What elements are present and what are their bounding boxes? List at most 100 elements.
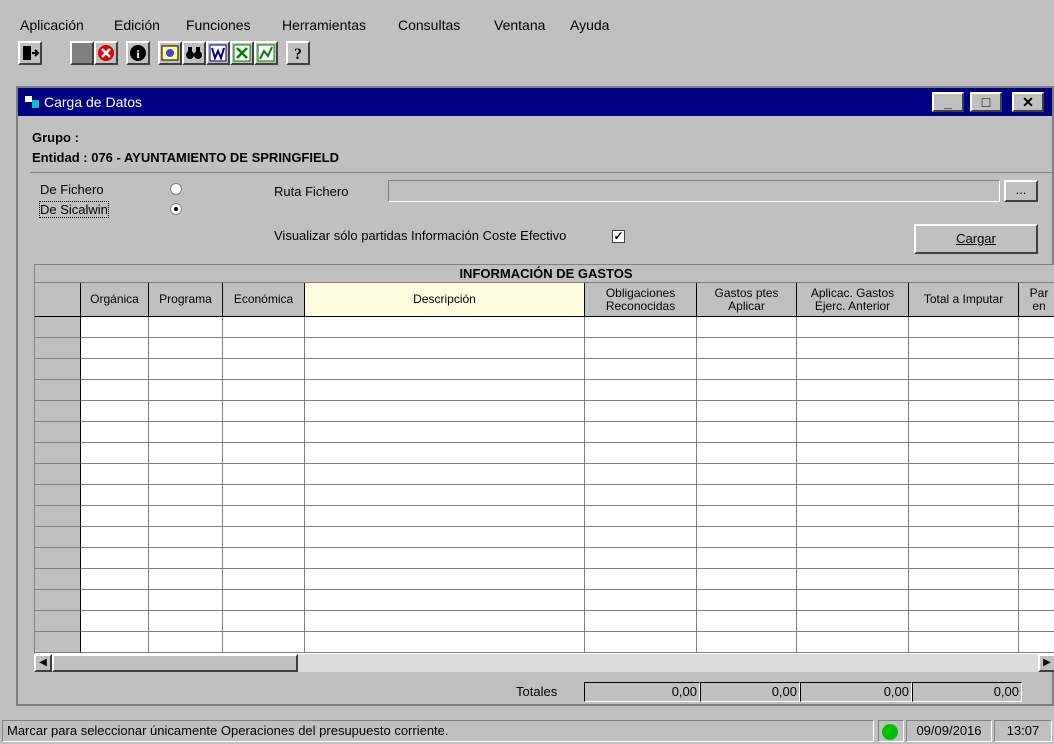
grid-cell[interactable] — [305, 590, 585, 611]
grid-cell[interactable] — [1019, 527, 1054, 548]
grid-cell[interactable] — [697, 611, 797, 632]
menu-consultas[interactable]: Consultas — [398, 18, 460, 32]
grid-cell[interactable] — [149, 464, 223, 485]
grid-cell[interactable] — [697, 632, 797, 653]
grid-cell[interactable] — [81, 548, 149, 569]
grid-cell[interactable] — [223, 422, 305, 443]
grid-cell[interactable] — [697, 548, 797, 569]
grid-cell[interactable] — [223, 464, 305, 485]
grid-cell[interactable] — [223, 380, 305, 401]
grid-cell[interactable] — [223, 569, 305, 590]
grid-cell[interactable] — [149, 569, 223, 590]
grid-cell[interactable] — [223, 317, 305, 338]
grid-cell[interactable] — [81, 527, 149, 548]
grid-cell[interactable] — [585, 632, 697, 653]
scroll-right-icon[interactable]: ▶ — [1038, 654, 1054, 672]
grid-cell[interactable] — [697, 590, 797, 611]
row-header[interactable] — [35, 317, 81, 338]
grid-cell[interactable] — [81, 359, 149, 380]
row-header[interactable] — [35, 359, 81, 380]
grid-cell[interactable] — [697, 527, 797, 548]
grid-cell[interactable] — [909, 506, 1019, 527]
grid-cell[interactable] — [909, 569, 1019, 590]
grid-cell[interactable] — [797, 569, 909, 590]
grid-cell[interactable] — [149, 401, 223, 422]
grid-cell[interactable] — [305, 359, 585, 380]
de-fichero-radio[interactable] — [170, 183, 182, 195]
chart-icon[interactable] — [254, 41, 278, 65]
grid-cell[interactable] — [1019, 422, 1054, 443]
grid-cell[interactable] — [1019, 611, 1054, 632]
grid-cell[interactable] — [1019, 380, 1054, 401]
grid-cell[interactable] — [149, 443, 223, 464]
grid-cell[interactable] — [223, 485, 305, 506]
grid-cell[interactable] — [1019, 632, 1054, 653]
grid-cell[interactable] — [697, 506, 797, 527]
grid-cell[interactable] — [305, 611, 585, 632]
cargar-button[interactable]: Cargar — [914, 224, 1038, 254]
word-icon[interactable] — [206, 41, 230, 65]
grid-cell[interactable] — [305, 527, 585, 548]
row-header[interactable] — [35, 422, 81, 443]
grid-cell[interactable] — [697, 338, 797, 359]
grid-cell[interactable] — [909, 317, 1019, 338]
menu-ventana[interactable]: Ventana — [494, 18, 545, 32]
grid-cell[interactable] — [305, 338, 585, 359]
grid-cell[interactable] — [305, 443, 585, 464]
grid-cell[interactable] — [149, 527, 223, 548]
grid-cell[interactable] — [697, 443, 797, 464]
help-icon[interactable]: ? — [286, 41, 310, 65]
grid-cell[interactable] — [909, 338, 1019, 359]
grid-cell[interactable] — [149, 422, 223, 443]
grid-cell[interactable] — [585, 485, 697, 506]
grid-cell[interactable] — [585, 380, 697, 401]
grid-cell[interactable] — [797, 422, 909, 443]
grid-cell[interactable] — [149, 380, 223, 401]
col-gastos-ptes[interactable]: Gastos ptes Aplicar — [697, 283, 797, 317]
grid-cell[interactable] — [1019, 590, 1054, 611]
grid-cell[interactable] — [81, 506, 149, 527]
grid-cell[interactable] — [697, 422, 797, 443]
grid-cell[interactable] — [1019, 443, 1054, 464]
grid-cell[interactable] — [585, 338, 697, 359]
row-header[interactable] — [35, 401, 81, 422]
grid-cell[interactable] — [697, 485, 797, 506]
grid-cell[interactable] — [1019, 317, 1054, 338]
grid-cell[interactable] — [797, 317, 909, 338]
grid-cell[interactable] — [585, 590, 697, 611]
grid-cell[interactable] — [81, 611, 149, 632]
grid-cell[interactable] — [305, 632, 585, 653]
grid-cell[interactable] — [909, 422, 1019, 443]
grid-cell[interactable] — [909, 359, 1019, 380]
row-header[interactable] — [35, 569, 81, 590]
grid-cell[interactable] — [585, 464, 697, 485]
grid-cell[interactable] — [697, 569, 797, 590]
menu-edicion[interactable]: Edición — [114, 18, 160, 32]
grid-cell[interactable] — [81, 569, 149, 590]
grid-cell[interactable] — [223, 548, 305, 569]
grid-cell[interactable] — [585, 506, 697, 527]
grid-cell[interactable] — [909, 611, 1019, 632]
grid-cell[interactable] — [149, 485, 223, 506]
grid-cell[interactable] — [909, 443, 1019, 464]
col-total-imputar[interactable]: Total a Imputar — [909, 283, 1019, 317]
grid-cell[interactable] — [585, 317, 697, 338]
grid-cell[interactable] — [797, 611, 909, 632]
row-header[interactable] — [35, 506, 81, 527]
close-red-icon[interactable] — [94, 41, 118, 65]
grid-cell[interactable] — [81, 422, 149, 443]
grid-cell[interactable] — [305, 401, 585, 422]
grid-cell[interactable] — [797, 464, 909, 485]
grid-cell[interactable] — [305, 422, 585, 443]
col-descripcion[interactable]: Descripción — [305, 283, 585, 317]
grid-cell[interactable] — [305, 548, 585, 569]
grid-cell[interactable] — [697, 317, 797, 338]
row-header[interactable] — [35, 485, 81, 506]
ruta-fichero-input[interactable] — [388, 180, 1000, 202]
menu-aplicacion[interactable]: Aplicación — [20, 18, 84, 32]
grid-cell[interactable] — [1019, 548, 1054, 569]
grid-cell[interactable] — [81, 401, 149, 422]
grid-cell[interactable] — [81, 632, 149, 653]
grid-cell[interactable] — [697, 380, 797, 401]
grid-cell[interactable] — [149, 590, 223, 611]
